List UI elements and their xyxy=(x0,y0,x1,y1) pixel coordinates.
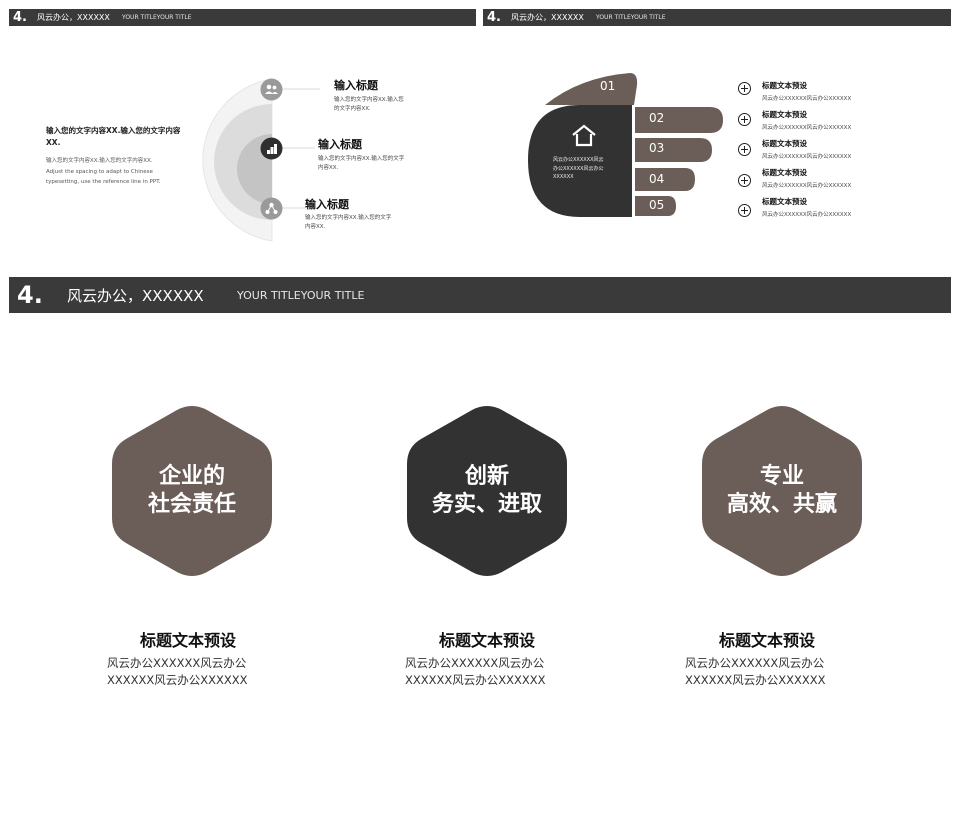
finger-label-04: 04 xyxy=(649,172,665,186)
header-subtitle: YOUR TITLEYOUR TITLE xyxy=(237,289,365,302)
plus-circle-icon xyxy=(738,143,751,156)
list-item-1-title: 标题文本预设 xyxy=(762,81,807,90)
caption-3-title: 标题文本预设 xyxy=(719,631,816,650)
concentric-semicircles xyxy=(202,78,320,242)
slide-2-header-bar: 4. 风云办公，XXXXXX YOUR TITLEYOUR TITLE xyxy=(483,9,951,26)
hexagon-3-label: 专业 高效、共赢 xyxy=(726,464,837,517)
slide-number: 4. xyxy=(487,10,501,25)
item-3-body: 输入您的文字内容XX.输入您的文字 内容XX. xyxy=(305,215,392,230)
people-icon xyxy=(260,78,283,101)
hexagon-1-label: 企业的 社会责任 xyxy=(147,464,236,517)
caption-2-title: 标题文本预设 xyxy=(439,631,536,650)
hexagon-2: 创新 务实、进取 xyxy=(407,402,567,580)
list-item-1-body: 风云办公XXXXXX风云办公XXXXXX xyxy=(762,96,852,102)
caption-1-body: 风云办公XXXXXX风云办公 XXXXXX风云办公XXXXXX xyxy=(107,656,248,687)
intro-title: 输入您的文字内容XX.输入您的文字内容XX. xyxy=(46,126,181,147)
item-2-body: 输入您的文字内容XX.输入您的文字 内容XX. xyxy=(318,156,405,171)
list-item-3-body: 风云办公XXXXXX风云办公XXXXXX xyxy=(762,154,852,160)
steps-icon xyxy=(260,137,283,160)
plus-circle-icon xyxy=(738,174,751,187)
header-title: 风云办公，XXXXXX xyxy=(37,13,110,22)
slide-number: 4. xyxy=(13,10,27,25)
header-subtitle: YOUR TITLEYOUR TITLE xyxy=(122,14,192,21)
item-2-title: 输入标题 xyxy=(318,138,362,151)
list-item-3-title: 标题文本预设 xyxy=(762,139,807,148)
finger-label-02: 02 xyxy=(649,111,665,125)
plus-circle-icon xyxy=(738,113,751,126)
finger-label-03: 03 xyxy=(649,141,665,155)
hexagon-3: 专业 高效、共赢 xyxy=(702,402,862,580)
finger-label-01: 01 xyxy=(600,79,616,93)
slide-3-header-bar: 4. 风云办公，XXXXXX YOUR TITLEYOUR TITLE xyxy=(9,277,951,313)
list-item-5-title: 标题文本预设 xyxy=(762,197,807,206)
slide-number: 4. xyxy=(17,281,43,309)
hexagon-2-label: 创新 务实、进取 xyxy=(431,464,542,517)
list-item-4-title: 标题文本预设 xyxy=(762,168,807,177)
list-item-2-body: 风云办公XXXXXX风云办公XXXXXX xyxy=(762,125,852,131)
slide-1-header-bar: 4. 风云办公，XXXXXX YOUR TITLEYOUR TITLE xyxy=(9,9,476,26)
caption-3-body: 风云办公XXXXXX风云办公 XXXXXX风云办公XXXXXX xyxy=(685,656,826,687)
finger-label-05: 05 xyxy=(649,198,665,212)
caption-2-body: 风云办公XXXXXX风云办公 XXXXXX风云办公XXXXXX xyxy=(405,656,546,687)
header-title: 风云办公，XXXXXX xyxy=(511,13,584,22)
header-subtitle: YOUR TITLEYOUR TITLE xyxy=(596,14,666,21)
caption-1-title: 标题文本预设 xyxy=(140,631,237,650)
list-item-5-body: 风云办公XXXXXX风云办公XXXXXX xyxy=(762,212,852,218)
plus-circle-icon xyxy=(738,204,751,217)
list-item-4-body: 风云办公XXXXXX风云办公XXXXXX xyxy=(762,183,852,189)
plus-circle-icon xyxy=(738,82,751,95)
item-1-title: 输入标题 xyxy=(334,79,378,92)
item-1-body: 输入您的文字内容XX.输入您 的文字内容XX. xyxy=(334,97,404,112)
hand-diagram xyxy=(528,73,723,217)
hexagon-1: 企业的 社会责任 xyxy=(112,402,272,580)
palm-text: 风云办公XXXXXX风云 办公XXXXXX风云办公 XXXXXX xyxy=(553,157,604,180)
network-icon xyxy=(260,197,283,220)
item-3-title: 输入标题 xyxy=(305,198,349,211)
list-item-2-title: 标题文本预设 xyxy=(762,110,807,119)
header-title: 风云办公，XXXXXX xyxy=(67,287,204,305)
intro-body: 输入您的文字内容XX.输入您的文字内容XX. Adjust the spacin… xyxy=(46,158,161,185)
